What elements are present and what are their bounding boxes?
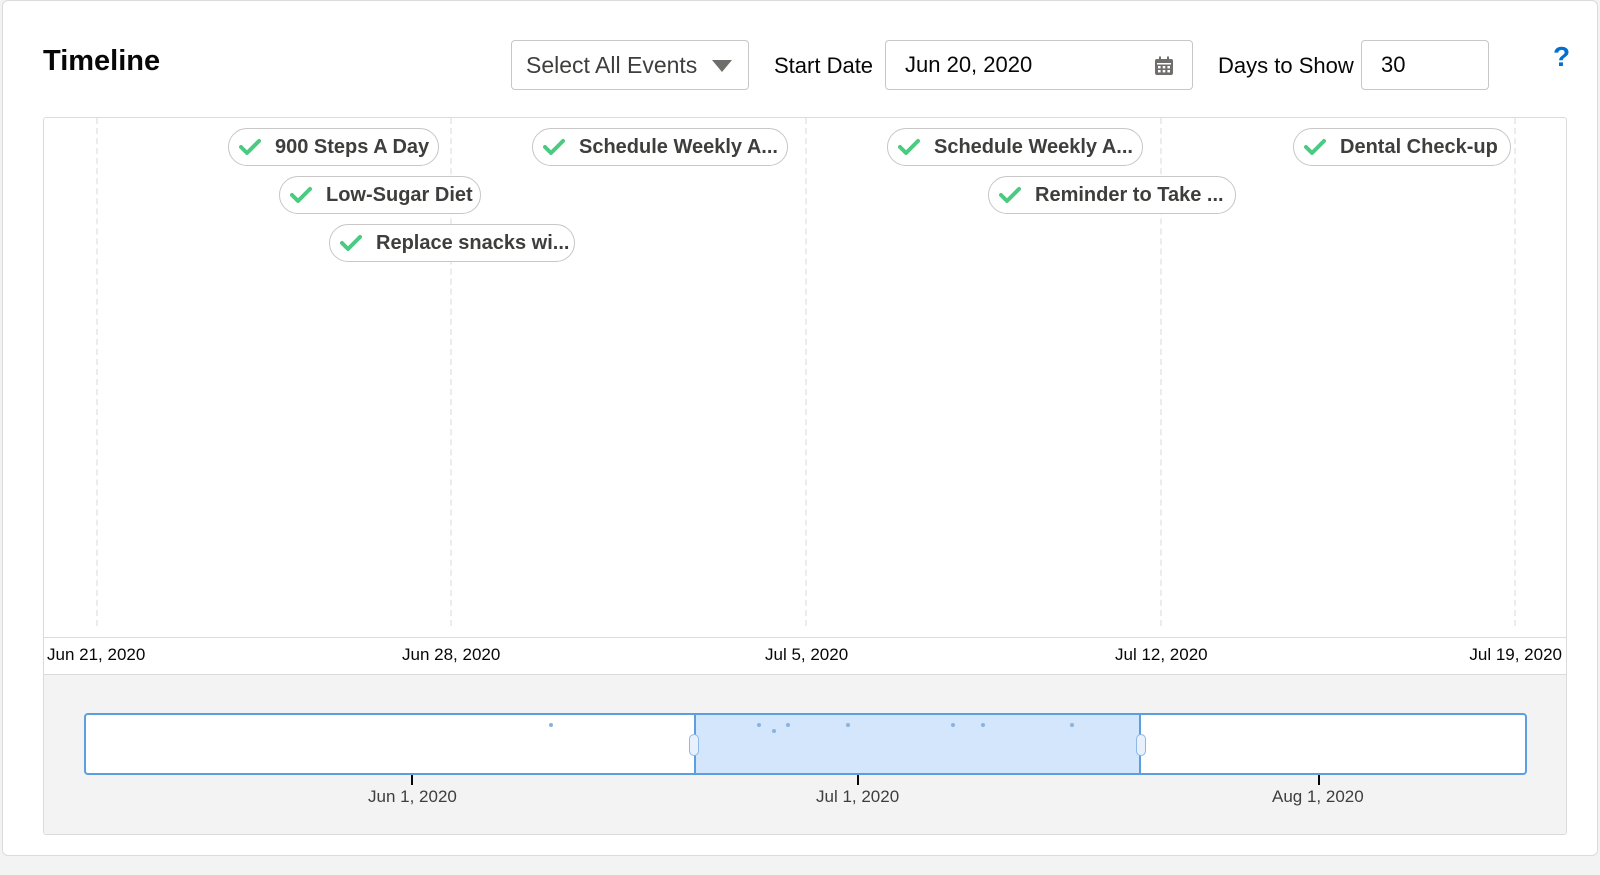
chevron-down-icon [712, 60, 732, 72]
event-marker [981, 723, 985, 727]
gridline [1514, 118, 1516, 626]
axis-tick-label: Jul 19, 2020 [1469, 645, 1562, 664]
range-start-handle[interactable] [689, 734, 699, 756]
gridline [96, 118, 98, 626]
help-icon[interactable]: ? [1553, 41, 1570, 73]
range-end-handle[interactable] [1136, 734, 1146, 756]
event-pill[interactable]: Replace snacks wi... [329, 224, 575, 262]
axis-baseline [44, 637, 1566, 638]
event-marker [951, 723, 955, 727]
event-label: Replace snacks wi... [376, 231, 570, 254]
axis-tick-label: Jun 21, 2020 [47, 645, 146, 664]
event-marker [1070, 723, 1074, 727]
event-marker [786, 723, 790, 727]
start-date-label: Start Date [774, 53, 874, 78]
gridline [805, 118, 807, 626]
check-icon [290, 187, 312, 203]
navigator-tick [411, 775, 413, 785]
check-icon [340, 235, 362, 251]
range-navigator: Jun 1, 2020 Jul 1, 2020 Aug 1, 2020 [44, 674, 1566, 834]
event-pill[interactable]: Reminder to Take ... [988, 176, 1236, 214]
check-icon [999, 187, 1021, 203]
start-date-value: Jun 20, 2020 [905, 52, 1033, 77]
axis-tick-label: Jul 5, 2020 [765, 645, 849, 664]
event-pill[interactable]: Low-Sugar Diet [279, 176, 481, 214]
navigator-tick [857, 775, 859, 785]
event-marker [757, 723, 761, 727]
page-title: Timeline [43, 45, 161, 77]
navigator-tick-label: Aug 1, 2020 [1272, 787, 1364, 806]
event-label: Low-Sugar Diet [326, 183, 473, 206]
event-label: Reminder to Take ... [1035, 183, 1224, 206]
calendar-icon[interactable] [1154, 56, 1174, 76]
days-to-show-value: 30 [1381, 52, 1406, 77]
start-date-input[interactable]: Jun 20, 2020 [885, 40, 1193, 90]
check-icon [239, 139, 261, 155]
event-label: Schedule Weekly A... [934, 135, 1133, 158]
axis-tick-label: Jul 12, 2020 [1115, 645, 1208, 664]
timeline-card: Timeline Select All Events Start Date Ju… [2, 0, 1598, 856]
event-label: Dental Check-up [1340, 135, 1498, 158]
check-icon [898, 139, 920, 155]
event-pill[interactable]: Schedule Weekly A... [532, 128, 788, 166]
timeline-chart: 900 Steps A Day Low-Sugar Diet Replace s… [43, 117, 1567, 835]
days-to-show-label: Days to Show [1218, 53, 1354, 78]
event-marker [772, 729, 776, 733]
event-label: 900 Steps A Day [275, 135, 430, 158]
event-filter-value: Select All Events [526, 52, 698, 78]
event-label: Schedule Weekly A... [579, 135, 778, 158]
navigator-tick-label: Jun 1, 2020 [368, 787, 457, 806]
event-pill[interactable]: Schedule Weekly A... [887, 128, 1143, 166]
event-pill[interactable]: 900 Steps A Day [228, 128, 439, 166]
navigator-tick [1318, 775, 1320, 785]
event-marker [846, 723, 850, 727]
axis-tick-label: Jun 28, 2020 [402, 645, 501, 664]
event-marker [549, 723, 553, 727]
navigator-tick-label: Jul 1, 2020 [816, 787, 900, 806]
event-pill[interactable]: Dental Check-up [1293, 128, 1511, 166]
days-to-show-input[interactable]: 30 [1361, 40, 1489, 90]
check-icon [1304, 139, 1326, 155]
check-icon [543, 139, 565, 155]
navigator-track[interactable] [84, 713, 1527, 775]
event-filter-select[interactable]: Select All Events [511, 40, 749, 90]
